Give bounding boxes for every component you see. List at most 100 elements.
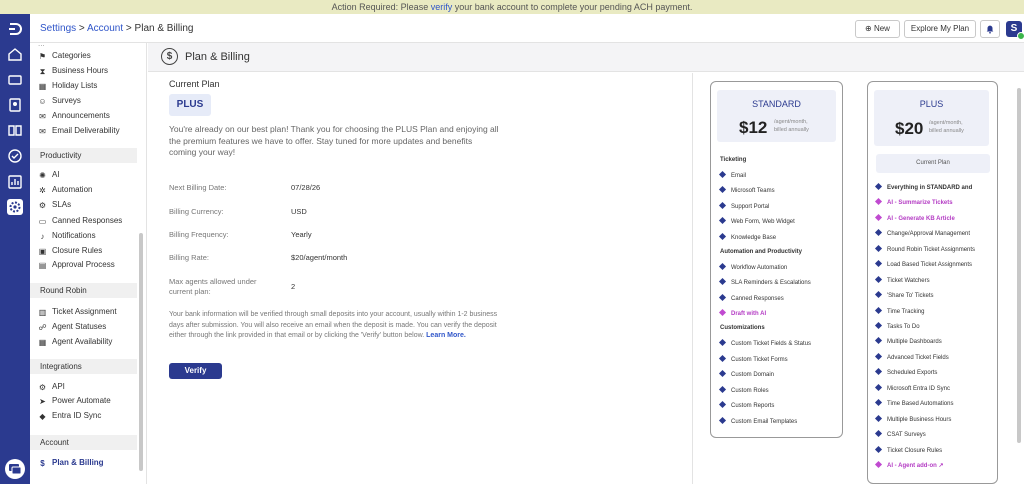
sidebar-item-api[interactable]: ⚙ API [38, 380, 65, 393]
feature-item: Ticket Watchers [874, 275, 930, 284]
billing-currency-value: USD [291, 207, 307, 216]
learn-more-link[interactable]: Learn More. [426, 332, 466, 339]
plan-name: PLUS [919, 99, 944, 109]
sidebar-item-ticket-assignment[interactable]: ▥ Ticket Assignment [38, 305, 117, 318]
contacts-icon[interactable] [7, 97, 23, 113]
sidebar-item-plan-billing[interactable]: $ Plan & Billing [38, 456, 103, 469]
billing-rate-value: $20/agent/month [291, 253, 348, 262]
feature-label: Custom Domain [731, 372, 775, 378]
feature-item: Round Robin Ticket Assignments [874, 244, 975, 253]
banner-text-prefix: Action Required: Please [331, 2, 431, 12]
plan-card-plus-header: PLUS $20 /agent/month, billed annually [874, 90, 989, 146]
sidebar-item-ai[interactable]: ✺ AI [38, 168, 59, 181]
ticket-icon[interactable] [7, 72, 23, 88]
tasks-icon[interactable] [7, 148, 23, 164]
new-button[interactable]: ⊕ New [855, 20, 900, 38]
diamond-bullet-icon [874, 275, 883, 284]
billing-frequency-value: Yearly [291, 230, 312, 239]
sidebar-item-entra-id-sync[interactable]: ◆ Entra ID Sync [38, 409, 101, 422]
sidebar-item-surveys[interactable]: ☺ Surveys [38, 94, 81, 107]
sidebar-item-label: Agent Availability [52, 337, 113, 346]
sidebar-item-label: Approval Process [52, 260, 115, 269]
sidebar-item-business-hours[interactable]: ⧗ Business Hours [38, 64, 108, 77]
sidebar-item-power-automate[interactable]: ➤ Power Automate [38, 394, 111, 407]
sidebar-item-label: Business Hours [52, 66, 109, 75]
closure-icon: ▣ [38, 247, 47, 256]
feature-label: Ticket Closure Rules [887, 448, 943, 454]
home-icon[interactable] [7, 46, 23, 62]
notifications-button[interactable] [980, 20, 1000, 38]
feature-section-title: Ticketing [720, 157, 747, 163]
feature-label: Knowledge Base [731, 235, 777, 241]
sidebar-item-agent-statuses[interactable]: ☍ Agent Statuses [38, 320, 106, 333]
sidebar-item-canned-responses[interactable]: ▭ Canned Responses [38, 214, 123, 227]
sidebar-item-email-deliverability[interactable]: ✉ Email Deliverability [38, 124, 120, 137]
feature-item: Change/Approval Management [874, 228, 970, 237]
bell-icon: ♪ [40, 232, 45, 241]
external-link-icon[interactable]: ↗ [938, 463, 943, 469]
settings-icon[interactable] [7, 199, 23, 215]
feature-item: Advanced Ticket Fields [874, 352, 949, 361]
dollar-icon: $ [161, 48, 178, 65]
logo-icon[interactable] [7, 21, 23, 37]
feature-label: AI - Summarize Tickets [887, 200, 953, 206]
verify-button[interactable]: Verify [169, 363, 222, 379]
chat-icon[interactable] [5, 459, 25, 479]
megaphone-icon: ✉ [39, 112, 46, 121]
sidebar-item-label: Power Automate [52, 396, 111, 405]
sidebar-item-label: Agent Statuses [52, 322, 107, 331]
feature-label: Time Based Automations [887, 401, 954, 407]
feature-item: Microsoft Entra ID Sync [874, 383, 950, 392]
online-status-dot [1017, 32, 1024, 40]
sidebar-item-label: Email Deliverability [52, 126, 120, 135]
smiley-icon: ☺ [38, 97, 47, 106]
feature-label: Scheduled Exports [887, 370, 938, 376]
diamond-bullet-icon [718, 400, 727, 409]
categories-icon: ⚑ [38, 52, 47, 61]
sidebar-item-agent-availability[interactable]: ▦ Agent Availability [38, 335, 113, 348]
sidebar-item-announcements[interactable]: ✉ Announcements [38, 109, 110, 122]
feature-label: Time Tracking [887, 309, 925, 315]
reports-icon[interactable] [7, 174, 23, 190]
feature-item: Workflow Automation [718, 262, 787, 271]
sidebar-item-label: Announcements [52, 111, 110, 120]
feature-item: Canned Responses [718, 293, 784, 302]
diamond-bullet-icon [718, 201, 727, 210]
sidebar-item-automation[interactable]: ✲ Automation [38, 183, 92, 196]
sidebar-item-holiday-lists[interactable]: ▦ Holiday Lists [38, 79, 98, 92]
verify-link[interactable]: verify [431, 2, 453, 12]
diamond-bullet-icon [874, 321, 883, 330]
feature-label: AI - Agent add-on [887, 463, 937, 469]
sidebar-item-categories[interactable]: ⚑ Categories [38, 49, 91, 62]
diamond-bullet-icon [874, 445, 883, 454]
sidebar-item-approval-process[interactable]: ▤ Approval Process [38, 258, 115, 271]
avatar[interactable]: S [1006, 21, 1024, 40]
sidebar-item-label: Surveys [52, 96, 81, 105]
billing-currency-label: Billing Currency: [169, 207, 224, 216]
avatar-letter: S [1010, 23, 1018, 34]
banner-text-suffix: your bank account to complete your pendi… [452, 2, 693, 12]
sidebar-scrollbar[interactable] [139, 233, 143, 471]
breadcrumb-account[interactable]: Account [87, 23, 123, 34]
diamond-bullet-icon [718, 185, 727, 194]
sidebar-item-label: API [52, 382, 65, 391]
sidebar-item-slas[interactable]: ⚙ SLAs [38, 198, 71, 211]
feature-label: Load Based Ticket Assignments [887, 262, 973, 268]
feature-item: Custom Reports [718, 400, 774, 409]
feature-item: Tasks To Do [874, 321, 920, 330]
feature-item: Email [718, 170, 746, 179]
feature-label: Ticket Watchers [887, 278, 930, 284]
knowledge-base-icon[interactable] [7, 122, 23, 138]
feature-label: Custom Ticket Forms [731, 357, 788, 363]
feature-item: Multiple Business Hours [874, 414, 951, 423]
diamond-bullet-icon [874, 398, 883, 407]
approval-icon: ▤ [38, 261, 47, 270]
page-scrollbar[interactable] [1017, 88, 1021, 443]
diamond-bullet-icon [874, 460, 883, 469]
breadcrumb-settings[interactable]: Settings [40, 23, 76, 34]
sidebar-item-notifications[interactable]: ♪ Notifications [38, 229, 96, 242]
explore-my-plan-button[interactable]: Explore My Plan [904, 20, 976, 38]
diamond-bullet-icon [874, 259, 883, 268]
sidebar-item-closure-rules[interactable]: ▣ Closure Rules [38, 244, 103, 257]
sidebar-item-label: Entra ID Sync [52, 411, 102, 420]
